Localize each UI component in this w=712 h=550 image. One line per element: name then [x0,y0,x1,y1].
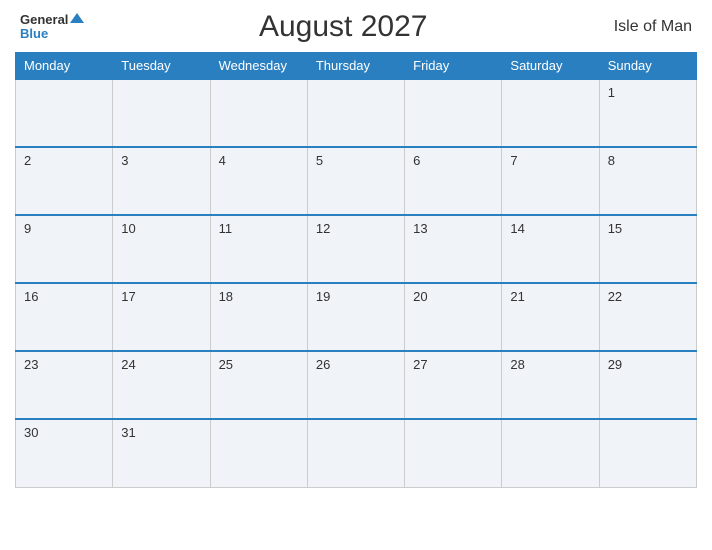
day-number: 18 [219,289,233,304]
day-number: 14 [510,221,524,236]
day-header-saturday: Saturday [502,53,599,80]
calendar-container: General Blue August 2027 Isle of Man Mon… [0,0,712,550]
day-number: 7 [510,153,517,168]
day-header-sunday: Sunday [599,53,696,80]
day-number: 23 [24,357,38,372]
calendar-cell: 8 [599,147,696,215]
day-number: 19 [316,289,330,304]
calendar-cell: 17 [113,283,210,351]
calendar-cell [405,419,502,487]
days-header-row: MondayTuesdayWednesdayThursdayFridaySatu… [16,53,697,80]
calendar-cell [307,419,404,487]
calendar-header: General Blue August 2027 Isle of Man [15,10,697,44]
calendar-cell: 24 [113,351,210,419]
day-number: 15 [608,221,622,236]
calendar-cell: 13 [405,215,502,283]
week-row-6: 30 31 [16,419,697,487]
calendar-cell [502,79,599,147]
logo: General Blue [20,13,84,42]
day-header-wednesday: Wednesday [210,53,307,80]
day-number: 30 [24,425,38,440]
day-number: 12 [316,221,330,236]
calendar-cell: 28 [502,351,599,419]
calendar-cell: 6 [405,147,502,215]
calendar-cell: 11 [210,215,307,283]
month-title: August 2027 [84,10,602,44]
day-number: 17 [121,289,135,304]
day-number: 6 [413,153,420,168]
day-number: 5 [316,153,323,168]
day-header-friday: Friday [405,53,502,80]
calendar-cell [210,79,307,147]
day-header-monday: Monday [16,53,113,80]
calendar-cell: 3 [113,147,210,215]
calendar-cell [502,419,599,487]
day-header-tuesday: Tuesday [113,53,210,80]
calendar-cell: 7 [502,147,599,215]
week-row-5: 23 24 25 26 27 28 29 [16,351,697,419]
day-number: 8 [608,153,615,168]
day-number: 25 [219,357,233,372]
calendar-cell [599,419,696,487]
day-number: 28 [510,357,524,372]
calendar-cell: 16 [16,283,113,351]
calendar-cell: 4 [210,147,307,215]
calendar-cell: 25 [210,351,307,419]
calendar-cell: 26 [307,351,404,419]
calendar-cell [113,79,210,147]
day-number: 4 [219,153,226,168]
calendar-cell: 19 [307,283,404,351]
calendar-cell: 14 [502,215,599,283]
day-number: 11 [219,221,233,236]
week-row-3: 9 10 11 12 13 14 15 [16,215,697,283]
day-number: 27 [413,357,427,372]
day-number: 21 [510,289,524,304]
calendar-cell [405,79,502,147]
day-number: 10 [121,221,135,236]
calendar-table: MondayTuesdayWednesdayThursdayFridaySatu… [15,52,697,488]
calendar-cell: 27 [405,351,502,419]
locale-title: Isle of Man [602,18,692,36]
logo-triangle-icon [70,13,84,23]
calendar-cell: 15 [599,215,696,283]
calendar-cell: 9 [16,215,113,283]
day-number: 1 [608,85,615,100]
day-number: 3 [121,153,128,168]
calendar-cell: 1 [599,79,696,147]
logo-blue-text: Blue [20,27,48,41]
week-row-2: 2 3 4 5 6 7 8 [16,147,697,215]
calendar-cell [210,419,307,487]
calendar-cell [307,79,404,147]
calendar-cell [16,79,113,147]
day-number: 31 [121,425,135,440]
calendar-cell: 22 [599,283,696,351]
calendar-cell: 12 [307,215,404,283]
calendar-cell: 29 [599,351,696,419]
day-number: 2 [24,153,31,168]
day-number: 29 [608,357,622,372]
calendar-cell: 23 [16,351,113,419]
calendar-cell: 31 [113,419,210,487]
day-number: 16 [24,289,38,304]
calendar-cell: 5 [307,147,404,215]
calendar-cell: 20 [405,283,502,351]
calendar-cell: 30 [16,419,113,487]
day-number: 13 [413,221,427,236]
calendar-cell: 2 [16,147,113,215]
calendar-cell: 10 [113,215,210,283]
day-header-thursday: Thursday [307,53,404,80]
calendar-cell: 21 [502,283,599,351]
week-row-4: 16 17 18 19 20 21 22 [16,283,697,351]
week-row-1: 1 [16,79,697,147]
day-number: 26 [316,357,330,372]
day-number: 24 [121,357,135,372]
day-number: 9 [24,221,31,236]
logo-general-text: General [20,13,84,27]
day-number: 22 [608,289,622,304]
day-number: 20 [413,289,427,304]
calendar-cell: 18 [210,283,307,351]
